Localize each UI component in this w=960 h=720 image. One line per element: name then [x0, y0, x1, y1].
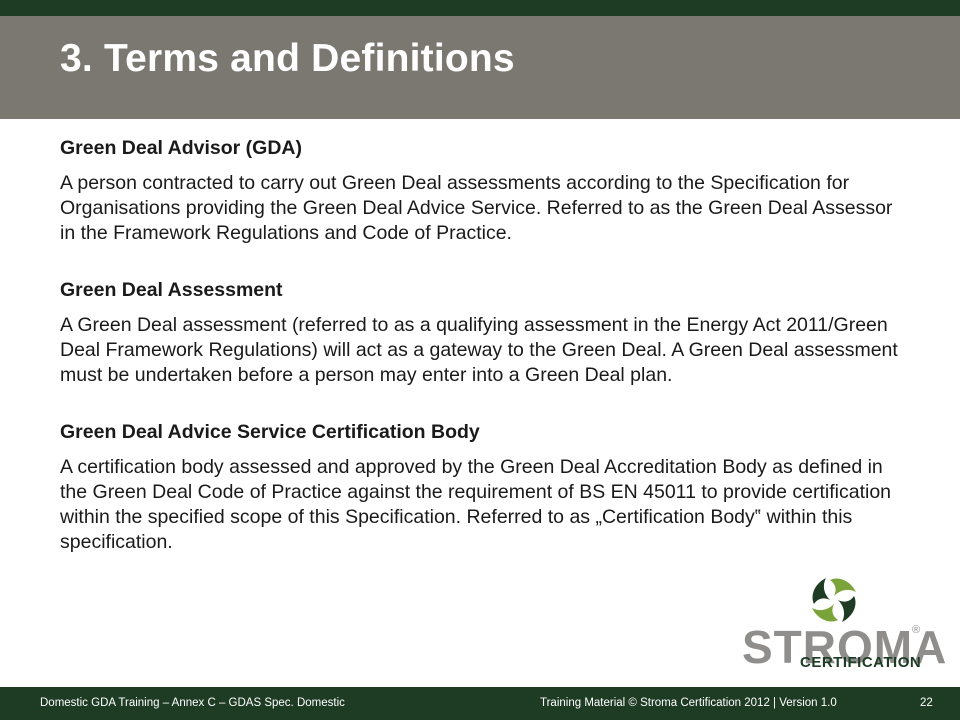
footer-course-title: Domestic GDA Training – Annex C – GDAS S… — [40, 697, 345, 709]
term-definition: A person contracted to carry out Green D… — [60, 172, 893, 244]
footer-bar: Domestic GDA Training – Annex C – GDAS S… — [0, 687, 960, 720]
registered-mark: ® — [912, 624, 921, 636]
term-heading: Green Deal Advisor (GDA) — [60, 137, 302, 159]
slide-title: 3. Terms and Definitions — [60, 37, 515, 80]
definitions-content: Green Deal Advisor (GDA) A person contra… — [60, 136, 910, 587]
page-number: 22 — [920, 697, 933, 709]
logo-subtitle: CERTIFICATION — [800, 654, 922, 671]
footer-copyright: Training Material © Stroma Certification… — [540, 697, 837, 709]
top-strip — [0, 0, 960, 16]
term-definition: A certification body assessed and approv… — [60, 456, 892, 553]
term-heading: Green Deal Advice Service Certification … — [60, 421, 480, 443]
term-definition: A Green Deal assessment (referred to as … — [60, 314, 898, 386]
stroma-logo: STROMA ® CERTIFICATION — [738, 572, 946, 673]
term-heading: Green Deal Assessment — [60, 279, 283, 301]
